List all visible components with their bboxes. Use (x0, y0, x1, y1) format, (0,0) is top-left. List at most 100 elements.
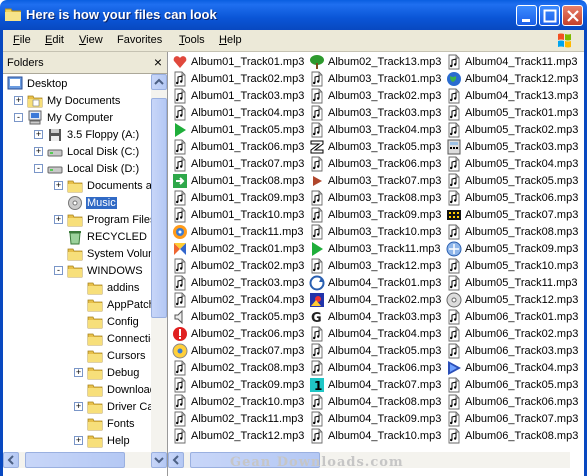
folders-horizontal-scrollbar[interactable] (3, 452, 151, 468)
menu-view[interactable]: View (79, 34, 103, 46)
file-name: Album06_Track07.mp3 (465, 413, 579, 425)
scroll-down-button[interactable] (151, 452, 167, 468)
expand-toggle[interactable]: + (14, 96, 23, 105)
tree-item-label: Driver Cac (107, 401, 151, 413)
expand-toggle[interactable]: + (74, 402, 83, 411)
file-name: Album03_Track12.mp3 (328, 260, 442, 272)
collapse-toggle[interactable]: - (14, 113, 23, 122)
collapse-toggle[interactable]: - (34, 164, 43, 173)
folders-pane: Folders × Desktop + My Documents - My Comput… (3, 52, 168, 476)
audio-file-icon (446, 411, 462, 427)
close-button[interactable] (562, 5, 583, 26)
media-player-icon (446, 360, 462, 376)
file-name: Album02_Track04.mp3 (191, 294, 305, 306)
scroll-thumb-horizontal[interactable] (25, 452, 125, 468)
file-name: Album05_Track01.mp3 (465, 107, 579, 119)
file-name: Album02_Track10.mp3 (191, 396, 305, 408)
file-name: Album03_Track06.mp3 (328, 158, 442, 170)
audio-file-icon (446, 224, 462, 240)
cyan-one-icon: 1 (309, 377, 325, 393)
audio-file-icon (172, 156, 188, 172)
audio-file-icon (309, 258, 325, 274)
menu-edit[interactable]: Edit (45, 34, 64, 46)
menu-favorites[interactable]: Favorites (117, 34, 162, 46)
audio-file-icon (446, 173, 462, 189)
g-letter-icon: G (309, 309, 325, 326)
file-list: Album01_Track01.mp3 Album01_Track02.mp3 Al… (168, 52, 584, 452)
file-name: Album01_Track10.mp3 (191, 209, 305, 221)
minimize-button[interactable] (516, 5, 537, 26)
audio-file-icon (309, 122, 325, 138)
file-name: Album03_Track02.mp3 (328, 90, 442, 102)
audio-file-icon (172, 275, 188, 291)
scroll-left-button[interactable] (3, 452, 19, 468)
audio-file-icon (172, 394, 188, 410)
audio-file-icon (172, 428, 188, 444)
file-name: Album03_Track08.mp3 (328, 192, 442, 204)
tree-item-label: System Volum (87, 248, 151, 260)
disc-icon (172, 224, 188, 240)
folder-icon (87, 280, 103, 296)
folder-icon (87, 365, 103, 381)
audio-file-icon (172, 207, 188, 223)
file-name: Album04_Track08.mp3 (328, 396, 442, 408)
maximize-button[interactable] (539, 5, 560, 26)
expand-toggle[interactable]: + (74, 436, 83, 445)
file-name: Album02_Track12.mp3 (191, 430, 305, 442)
folder-icon (87, 416, 103, 432)
file-name: Album05_Track05.mp3 (465, 175, 579, 187)
audio-file-icon (446, 54, 462, 70)
file-name: Album04_Track03.mp3 (328, 311, 442, 323)
file-name: Album01_Track07.mp3 (191, 158, 305, 170)
audio-file-icon (309, 343, 325, 359)
scroll-left-button[interactable] (168, 452, 184, 468)
scroll-thumb[interactable] (151, 98, 167, 318)
menu-help[interactable]: Help (219, 34, 242, 46)
folders-vertical-scrollbar[interactable] (151, 74, 167, 468)
folders-title: Folders (7, 57, 44, 69)
folders-close-button[interactable]: × (154, 54, 162, 70)
folder-icon (87, 382, 103, 398)
film-icon (446, 207, 462, 223)
scroll-up-button[interactable] (151, 74, 167, 90)
audio-file-icon (309, 207, 325, 223)
audio-file-icon (172, 258, 188, 274)
menu-tools[interactable]: Tools (179, 34, 205, 46)
tree-item-label: Desktop (27, 78, 68, 90)
expand-toggle[interactable]: + (54, 215, 63, 224)
expand-toggle[interactable]: + (54, 181, 63, 190)
file-name: Album01_Track05.mp3 (191, 124, 305, 136)
expand-toggle[interactable]: + (34, 130, 43, 139)
menu-file[interactable]: File (13, 34, 31, 46)
file-name: Album06_Track05.mp3 (465, 379, 579, 391)
file-name: Album03_Track04.mp3 (328, 124, 442, 136)
file-name: Album04_Track12.mp3 (465, 73, 579, 85)
sync-icon (309, 275, 325, 291)
expand-toggle[interactable]: + (74, 368, 83, 377)
file-name: Album02_Track09.mp3 (191, 379, 305, 391)
file-name: Album04_Track06.mp3 (328, 362, 442, 374)
windows-logo-icon (558, 33, 571, 48)
cd-disc-icon (446, 292, 462, 308)
file-name: Album03_Track07.mp3 (328, 175, 442, 187)
red-alert-icon (172, 326, 188, 342)
audio-file-icon (309, 224, 325, 240)
expand-toggle[interactable]: + (34, 147, 43, 156)
audio-file-icon (446, 156, 462, 172)
audio-file-icon (309, 326, 325, 342)
audio-file-icon (172, 88, 188, 104)
file-name: Album01_Track02.mp3 (191, 73, 305, 85)
tree-item-label: Program Files (87, 214, 151, 226)
folder-icon (5, 8, 21, 21)
audio-file-icon (446, 258, 462, 274)
colorful-icon (172, 241, 188, 257)
audio-file-icon (446, 190, 462, 206)
audio-file-icon (172, 411, 188, 427)
tree-item-label: Connectic (107, 333, 151, 345)
file-name: Album06_Track06.mp3 (465, 396, 579, 408)
tree-item-label: Debug (107, 367, 140, 379)
file-name: Album02_Track11.mp3 (191, 413, 304, 425)
title-bar[interactable]: Here is how your files can look (0, 0, 587, 30)
tree-item-label: 3.5 Floppy (A:) (67, 129, 140, 141)
collapse-toggle[interactable]: - (54, 266, 63, 275)
